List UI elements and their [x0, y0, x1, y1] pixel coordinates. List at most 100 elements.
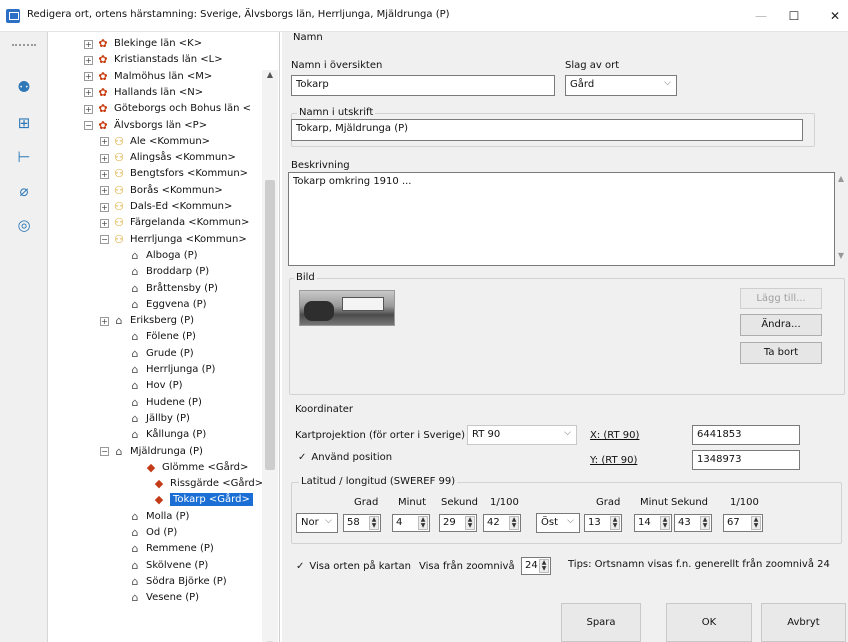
tree-node[interactable]: ⌂ Remmene (P) — [116, 541, 214, 557]
lat-grad-spinner[interactable]: 58 ▲ ▼ — [343, 514, 381, 532]
tree-node[interactable]: + ⚇ Färgelanda <Kommun> — [100, 215, 249, 231]
tree-node[interactable]: ◆ Glömme <Gård> — [132, 460, 249, 476]
spinner-arrows-icon[interactable]: ▲ ▼ — [369, 516, 379, 530]
maximize-button[interactable]: ☐ — [774, 4, 814, 28]
tree-node[interactable]: − ⚇ Herrljunga <Kommun> — [100, 232, 247, 248]
lat-hundradel-spinner[interactable]: 42 ▲ ▼ — [483, 514, 521, 532]
tree-node[interactable]: ⌂ Bråttensby (P) — [116, 281, 218, 297]
description-scrollbar[interactable]: ▲ ▼ — [835, 174, 847, 264]
use-position-checkbox[interactable]: ✓ Använd position — [298, 452, 392, 463]
scroll-up-arrow[interactable]: ▲ — [835, 174, 847, 183]
tree-node[interactable]: + ✿ Hallands län <N> — [84, 85, 203, 101]
filter-icon[interactable]: ⌀ — [14, 182, 34, 200]
tree-node[interactable]: ⌂ Skölvene (P) — [116, 558, 209, 574]
tree-node[interactable]: + ⚇ Alingsås <Kommun> — [100, 150, 236, 166]
close-button[interactable]: ✕ — [815, 4, 848, 28]
tree-node[interactable]: ⌂ Fölene (P) — [116, 329, 196, 345]
tree-node[interactable]: − ✿ Älvsborgs län <P> — [84, 118, 207, 134]
tree-node[interactable]: ⌂ Od (P) — [116, 525, 178, 541]
lon-direction-select[interactable]: Öst ⌵ — [536, 513, 580, 533]
show-on-map-checkbox[interactable]: ✓ Visa orten på kartan — [296, 561, 411, 572]
slag-select[interactable]: Gård ⌵ — [565, 75, 677, 96]
location-target-icon[interactable]: ◎ — [14, 216, 34, 234]
tree-node[interactable]: + ⚇ Dals-Ed <Kommun> — [100, 199, 232, 215]
lon-sekund-spinner[interactable]: 43 ▲ ▼ — [674, 514, 712, 532]
spinner-arrows-icon[interactable]: ▲ ▼ — [610, 516, 620, 530]
spinner-arrows-icon[interactable]: ▲ ▼ — [509, 516, 519, 530]
lat-direction-select[interactable]: Nor ⌵ — [296, 513, 338, 533]
lon-hundradel-spinner[interactable]: 67 ▲ ▼ — [723, 514, 763, 532]
lat-sekund-spinner[interactable]: 29 ▲ ▼ — [439, 514, 477, 532]
spinner-arrows-icon[interactable]: ▲ ▼ — [465, 516, 475, 530]
remove-image-button[interactable]: Ta bort — [740, 342, 822, 364]
tree-node[interactable]: ⌂ Jällby (P) — [116, 411, 190, 427]
ok-button[interactable]: OK — [666, 603, 752, 642]
tree-node[interactable]: ⌂ Hudene (P) — [116, 395, 202, 411]
tree-node[interactable]: ⌂ Broddarp (P) — [116, 264, 210, 280]
scroll-up-arrow[interactable]: ▲ — [262, 70, 278, 79]
spinner-arrows-icon[interactable]: ▲ ▼ — [418, 516, 428, 530]
oversikt-name-input[interactable]: Tokarp — [291, 75, 555, 96]
tree-node[interactable]: ⌂ Hov (P) — [116, 378, 183, 394]
tree-scroll-thumb[interactable] — [265, 180, 275, 470]
expand-icon[interactable]: + — [100, 202, 109, 212]
hierarchy-icon[interactable]: ⊢ — [14, 148, 34, 166]
expand-icon[interactable]: + — [100, 186, 109, 196]
tree-structure-icon[interactable]: ⊞ — [14, 114, 34, 132]
tree-node[interactable]: − ⌂ Mjäldrunga (P) — [100, 444, 203, 460]
expand-icon[interactable]: + — [84, 55, 93, 65]
zoom-level-spinner[interactable]: 24 ▲ ▼ — [521, 557, 551, 575]
tree-node[interactable]: + ⚇ Bengtsfors <Kommun> — [100, 166, 248, 182]
tree-vertical-scrollbar[interactable]: ▲ ▼ — [262, 70, 278, 642]
expand-icon[interactable]: + — [84, 104, 93, 114]
tree-node[interactable]: + ⚇ Borås <Kommun> — [100, 183, 223, 199]
tree-node[interactable]: ◆ Tokarp <Gård> — [140, 492, 253, 508]
tree-node[interactable]: + ✿ Göteborgs och Bohus län < — [84, 101, 251, 117]
utskrift-name-input[interactable]: Tokarp, Mjäldrunga (P) — [291, 119, 803, 141]
expand-icon[interactable]: + — [100, 153, 109, 163]
expand-icon[interactable]: + — [100, 316, 109, 326]
collapse-icon[interactable]: − — [84, 121, 93, 130]
people-icon[interactable]: ⚉ — [14, 78, 34, 96]
spinner-arrows-icon[interactable]: ▲ ▼ — [539, 559, 549, 573]
tree-node[interactable]: + ✿ Malmöhus län <M> — [84, 69, 212, 85]
tree-node[interactable]: + ✿ Kristianstads län <L> — [84, 52, 223, 68]
expand-icon[interactable]: + — [100, 218, 109, 228]
tree-node[interactable]: ⌂ Vesene (P) — [116, 590, 200, 606]
expand-icon[interactable]: + — [84, 88, 93, 98]
lon-minut-spinner[interactable]: 14 ▲ ▼ — [634, 514, 672, 532]
collapse-icon[interactable]: − — [100, 235, 109, 245]
lon-grad-spinner[interactable]: 13 ▲ ▼ — [584, 514, 622, 532]
save-button[interactable]: Spara — [561, 603, 641, 642]
tree-node[interactable]: + ⌂ Eriksberg (P) — [100, 313, 194, 329]
place-photo[interactable] — [299, 290, 395, 326]
tree-node[interactable]: ⌂ Kållunga (P) — [116, 427, 207, 443]
cancel-button[interactable]: Avbryt — [761, 603, 846, 642]
tree-node[interactable]: ◆ Rissgärde <Gård> — [140, 476, 263, 492]
x-coordinate-input[interactable]: 6441853 — [692, 425, 800, 445]
tree-node[interactable]: ⌂ Molla (P) — [116, 509, 190, 525]
tree-node-label: Färgelanda <Kommun> — [130, 217, 250, 229]
expand-icon[interactable]: + — [100, 137, 109, 147]
tree-node[interactable]: ⌂ Herrljunga (P) — [116, 362, 216, 378]
projection-select[interactable]: RT 90 ⌵ — [467, 425, 577, 445]
collapse-icon[interactable]: − — [100, 447, 109, 456]
add-image-button[interactable]: Lägg till... — [740, 288, 822, 309]
expand-icon[interactable]: + — [84, 72, 93, 82]
tree-node[interactable]: ⌂ Grude (P) — [116, 346, 194, 362]
spinner-arrows-icon[interactable]: ▲ ▼ — [700, 516, 710, 530]
tree-node[interactable]: ⌂ Eggvena (P) — [116, 297, 207, 313]
lat-minut-spinner[interactable]: 4 ▲ ▼ — [392, 514, 430, 532]
spinner-arrows-icon[interactable]: ▲ ▼ — [660, 516, 670, 530]
expand-icon[interactable]: + — [100, 169, 109, 179]
tree-node[interactable]: ⌂ Alboga (P) — [116, 248, 198, 264]
y-coordinate-input[interactable]: 1348973 — [692, 450, 800, 470]
tree-node[interactable]: ⌂ Södra Björke (P) — [116, 574, 227, 590]
spinner-arrows-icon[interactable]: ▲ ▼ — [751, 516, 761, 530]
beskrivning-textarea[interactable]: Tokarp omkring 1910 ... — [288, 172, 835, 266]
scroll-down-arrow[interactable]: ▼ — [835, 251, 847, 260]
change-image-button[interactable]: Ändra... — [740, 314, 822, 336]
expand-icon[interactable]: + — [84, 39, 93, 49]
tree-node[interactable]: + ⚇ Ale <Kommun> — [100, 134, 210, 150]
tree-node[interactable]: + ✿ Blekinge län <K> — [84, 36, 202, 52]
